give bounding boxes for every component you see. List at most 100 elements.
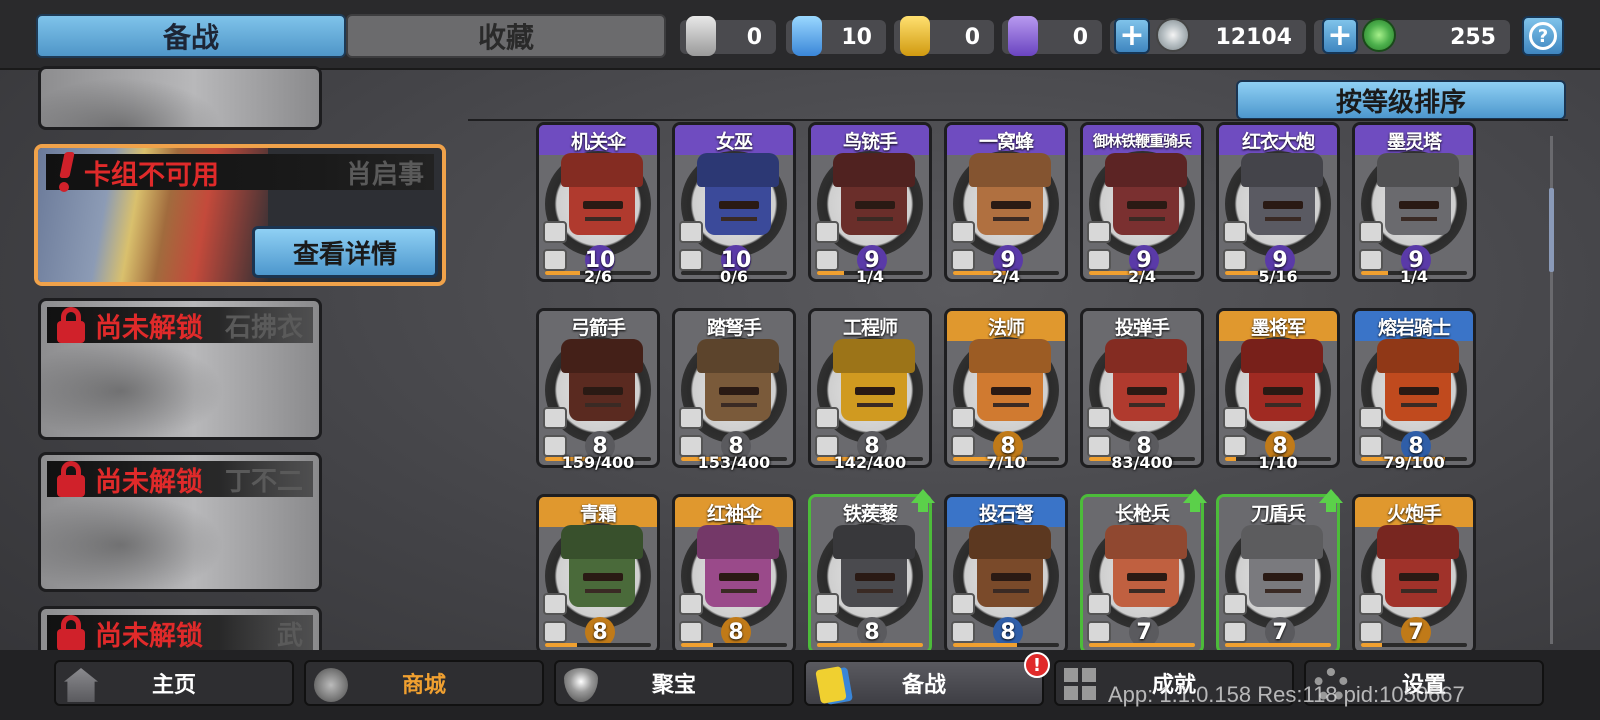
unit-trait-icon: [1223, 593, 1247, 615]
deck-slot-selected[interactable]: 卡组不可用 肖启事 查看详情: [34, 144, 446, 286]
resource-value: 255: [1450, 24, 1496, 50]
unit-trait-icon: [1087, 593, 1111, 615]
tab-collection[interactable]: 收藏: [346, 14, 666, 58]
unit-card[interactable]: 火炮手 7: [1352, 494, 1476, 650]
unit-card[interactable]: 工程师 8 142/400: [808, 308, 932, 472]
unit-trait-icon: [815, 593, 839, 615]
card-progress-text: 153/400: [697, 453, 771, 472]
unit-class-icon: [815, 621, 839, 643]
unit-card[interactable]: 铁蒺藜 8: [808, 489, 935, 650]
card-progress-fill: [817, 643, 923, 647]
card-progress-fill: [1089, 643, 1195, 647]
add-silver-coin-button[interactable]: +: [1114, 18, 1150, 54]
unit-card[interactable]: 女巫 10 0/6: [672, 122, 796, 286]
deck-slot-locked[interactable]: 尚未解锁 武: [38, 606, 322, 654]
unit-card[interactable]: 熔岩骑士 8 79/100: [1352, 308, 1476, 472]
unit-card[interactable]: 红袖伞 8: [672, 494, 796, 650]
card-progress-text: 7/10: [986, 453, 1026, 472]
unit-trait-icon: [543, 593, 567, 615]
unit-card[interactable]: 机关伞 10 2/6: [536, 122, 660, 286]
unit-card[interactable]: 墨灵塔 9 1/4: [1352, 122, 1476, 286]
upgrade-arrow-icon: [911, 489, 935, 512]
card-progress-text: 79/100: [1383, 453, 1445, 472]
unit-portrait: [841, 547, 907, 607]
unit-class-icon: [1359, 621, 1383, 643]
unit-card[interactable]: 一窝蜂 9 2/4: [944, 122, 1068, 286]
unit-portrait: [977, 175, 1043, 235]
unit-portrait: [1385, 361, 1451, 421]
card-progress-text: 2/4: [1127, 267, 1157, 286]
hero-portrait: [41, 69, 241, 127]
unit-portrait: [569, 361, 635, 421]
resource-purple-token: 0: [1002, 16, 1102, 56]
unit-trait-icon: [951, 407, 975, 429]
deck-slot-top-partial[interactable]: [38, 66, 322, 130]
gold-token-icon: [900, 16, 930, 56]
card-progress-bar: [953, 643, 1059, 647]
unit-card[interactable]: 鸟铳手 9 1/4: [808, 122, 932, 286]
unit-trait-icon: [1087, 221, 1111, 243]
sort-by-level-button[interactable]: 按等级排序: [1236, 80, 1566, 120]
unit-card[interactable]: 红衣大炮 9 5/16: [1216, 122, 1340, 286]
deck-hero-name: 肖启事: [345, 159, 424, 190]
deck-status-banner: 尚未解锁 丁不二: [47, 461, 313, 498]
lock-icon: [55, 307, 87, 343]
unit-class-icon: [543, 621, 567, 643]
unit-class-icon: [679, 621, 703, 643]
card-progress-bar: [681, 643, 787, 647]
unit-card[interactable]: 投弹手 8 83/400: [1080, 308, 1204, 472]
unit-card[interactable]: 御林铁鞭重骑兵 9 2/4: [1080, 122, 1204, 286]
unit-trait-icon: [815, 407, 839, 429]
card-progress-fill: [1361, 643, 1383, 647]
unit-card[interactable]: 墨将军 8 1/10: [1216, 308, 1340, 472]
unit-portrait: [1385, 547, 1451, 607]
card-progress-text: 5/16: [1258, 267, 1298, 286]
unit-card[interactable]: 青霜 8: [536, 494, 660, 650]
nav-shop[interactable]: 商城: [304, 660, 544, 706]
unit-card[interactable]: 弓箭手 8 159/400: [536, 308, 660, 472]
card-progress-fill: [953, 643, 1017, 647]
unit-trait-icon: [679, 407, 703, 429]
unit-portrait: [569, 175, 635, 235]
silver-coin-icon: [1156, 18, 1190, 52]
view-details-button[interactable]: 查看详情: [252, 226, 438, 278]
unit-portrait: [1249, 175, 1315, 235]
unit-card[interactable]: 投石弩 8: [944, 494, 1068, 650]
tab-prepare[interactable]: 备战: [36, 14, 346, 58]
unit-card[interactable]: 踏弩手 8 153/400: [672, 308, 796, 472]
resource-value: 0: [964, 24, 980, 50]
unit-card[interactable]: 刀盾兵 7: [1216, 489, 1343, 650]
purple-token-icon: [1008, 16, 1038, 56]
unit-portrait: [1113, 175, 1179, 235]
deck-status-text: 尚未解锁: [95, 466, 203, 498]
nav-treasure[interactable]: 聚宝: [554, 660, 794, 706]
unit-class-icon: [951, 621, 975, 643]
deck-slot-locked[interactable]: 尚未解锁 丁不二: [38, 452, 322, 592]
top-bar: 备战 收藏 0 10 0 0 12104 + 255 + ?: [0, 0, 1600, 70]
deck-status-text: 尚未解锁: [95, 312, 203, 344]
question-icon: ?: [1529, 22, 1557, 50]
card-progress-text: 1/10: [1258, 453, 1298, 472]
unit-trait-icon: [1359, 593, 1383, 615]
unit-trait-icon: [543, 221, 567, 243]
unit-trait-icon: [543, 407, 567, 429]
shop-coins-icon: [314, 668, 348, 702]
card-progress-text: 1/4: [855, 267, 885, 286]
card-progress-text: 0/6: [719, 267, 749, 286]
nav-home[interactable]: 主页: [54, 660, 294, 706]
unit-portrait: [705, 175, 771, 235]
achievement-grid-icon: [1064, 668, 1098, 702]
deck-slot-locked[interactable]: 尚未解锁 石拂衣: [38, 298, 322, 440]
deck-status-text: 卡组不可用: [84, 159, 219, 191]
help-button[interactable]: ?: [1522, 16, 1564, 56]
resource-gold-token: 0: [894, 16, 994, 56]
unit-card[interactable]: 长枪兵 7: [1080, 489, 1207, 650]
card-progress-bar: [1225, 643, 1331, 647]
unit-portrait: [977, 547, 1043, 607]
unit-portrait: [1385, 175, 1451, 235]
unit-class-icon: [1223, 621, 1247, 643]
card-scrollbar-thumb[interactable]: [1549, 188, 1554, 272]
nav-prepare[interactable]: 备战: [804, 660, 1044, 706]
add-jade-coin-button[interactable]: +: [1322, 18, 1358, 54]
unit-card[interactable]: 法师 8 7/10: [944, 308, 1068, 472]
